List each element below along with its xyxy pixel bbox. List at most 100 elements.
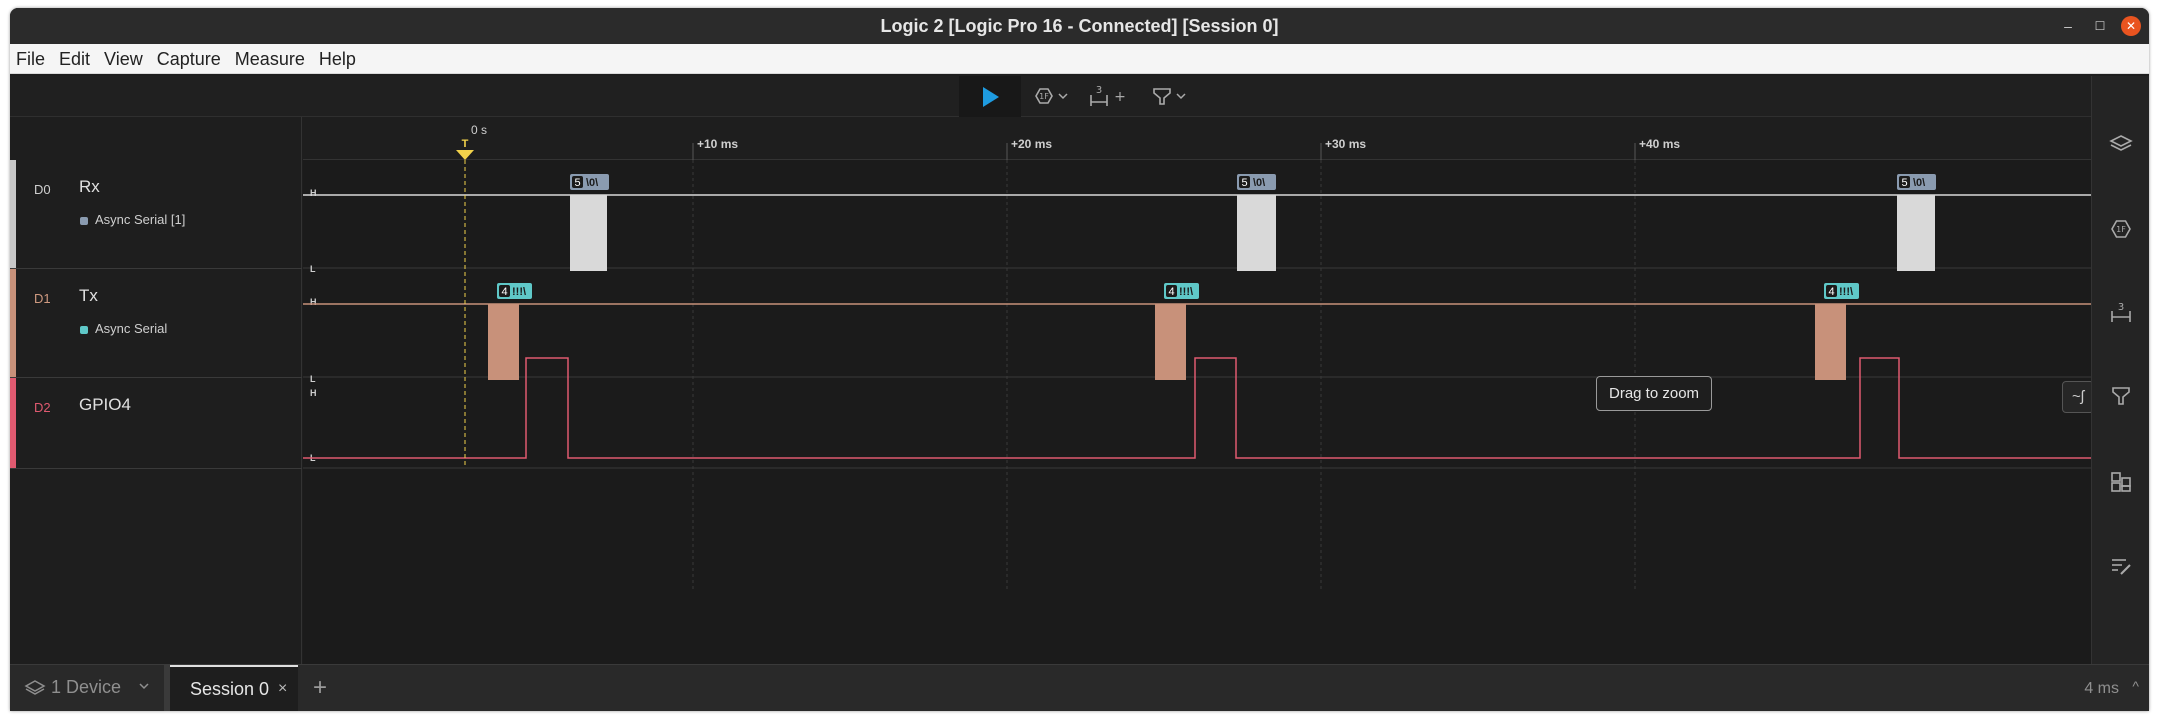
menu-help[interactable]: Help <box>312 44 363 74</box>
channel-number: D2 <box>34 400 51 415</box>
trigger-hexagon-icon: 1F <box>1035 88 1068 104</box>
tx-data-burst <box>1815 304 1846 380</box>
analyzers-icon[interactable]: 1F <box>2109 217 2133 241</box>
svg-text:!!!\: !!!\ <box>1179 286 1193 298</box>
timing-marker-plus: + <box>1114 89 1126 105</box>
analyzer-label[interactable]: Async Serial <box>95 321 167 336</box>
channel-row-d0[interactable]: D0 Rx Async Serial [1] <box>10 160 302 269</box>
measurements-icon[interactable] <box>2109 384 2133 408</box>
trigger-marker-icon <box>456 150 474 160</box>
time-ruler[interactable]: 0 s T +10 ms +20 ms +30 ms +40 ms <box>303 117 2091 160</box>
svg-text:1F: 1F <box>2116 225 2126 234</box>
menu-measure[interactable]: Measure <box>228 44 312 74</box>
level-high-label: H <box>310 188 317 198</box>
minimize-button[interactable]: – <box>2058 16 2078 36</box>
svg-text:5: 5 <box>1901 177 1907 189</box>
close-button[interactable]: ✕ <box>2121 16 2141 36</box>
svg-text:5: 5 <box>1241 177 1247 189</box>
analyzer-color-dot <box>80 217 88 225</box>
extensions-icon[interactable] <box>2109 470 2133 494</box>
trigger-marker-label: T <box>462 138 469 150</box>
analyzer-label[interactable]: Async Serial [1] <box>95 212 185 227</box>
analyzer-toggle-button[interactable]: ~ʃ <box>2062 381 2094 413</box>
tx-frame-label: 4 !!!\ <box>1164 283 1199 299</box>
channel-row-d2[interactable]: D2 GPIO4 <box>10 378 302 469</box>
window-title: Logic 2 [Logic Pro 16 - Connected] [Sess… <box>880 16 1279 36</box>
channel-name[interactable]: GPIO4 <box>79 395 131 415</box>
device-count-label: 1 Device <box>51 677 122 697</box>
add-tab-button[interactable]: + <box>313 674 327 702</box>
menu-file[interactable]: File <box>10 44 52 74</box>
time-tick-label: +10 ms <box>697 137 738 151</box>
tx-frame-label: 4 !!!\ <box>1824 283 1859 299</box>
app-window: Logic 2 [Logic Pro 16 - Connected] [Sess… <box>10 8 2149 711</box>
level-low-label: L <box>310 374 316 384</box>
channel-color-bar <box>10 378 16 468</box>
toolbar: 1F 3 + <box>10 76 2149 117</box>
svg-text:5: 5 <box>574 177 580 189</box>
rx-frame-label: 5 \0\ <box>1897 174 1936 190</box>
rx-data-burst <box>1897 195 1935 271</box>
notes-icon[interactable] <box>2109 554 2133 578</box>
measurement-icon <box>1153 88 1186 105</box>
timing-markers-icon[interactable]: 3 <box>2109 300 2133 324</box>
waveform-svg: H L H L H L 5 \0\ 5 \0\ 5 \0\ 4 !!!\ 4 !… <box>303 160 2091 590</box>
svg-text:!!!\: !!!\ <box>512 286 526 298</box>
channel-name[interactable]: Rx <box>79 177 100 197</box>
channel-row-d1[interactable]: D1 Tx Async Serial <box>10 269 302 378</box>
tx-data-burst <box>488 304 519 380</box>
svg-text:\0\: \0\ <box>1913 177 1925 189</box>
analyzer-color-dot <box>80 326 88 334</box>
play-icon <box>983 87 999 107</box>
time-ruler-svg: 0 s T +10 ms +20 ms +30 ms +40 ms <box>456 123 1680 160</box>
trigger-settings-button[interactable]: 1F <box>1032 84 1072 108</box>
rx-data-burst <box>570 195 607 271</box>
tx-data-burst <box>1155 304 1186 380</box>
svg-text:4: 4 <box>501 286 507 298</box>
start-capture-button[interactable] <box>959 76 1021 117</box>
rx-frame-label: 5 \0\ <box>570 174 609 190</box>
device-settings-icon[interactable] <box>2109 132 2133 156</box>
drag-to-zoom-tooltip: Drag to zoom <box>1596 376 1713 411</box>
channel-number: D1 <box>34 291 51 306</box>
tab-session-0[interactable]: Session 0 × <box>170 665 298 711</box>
channel-number: D0 <box>34 182 51 197</box>
channel-name[interactable]: Tx <box>79 286 98 306</box>
right-sidebar: 1F 3 <box>2091 76 2149 664</box>
chevron-up-icon[interactable]: ^ <box>2132 678 2139 694</box>
svg-text:1F: 1F <box>1039 92 1049 101</box>
channel-color-bar <box>10 269 16 377</box>
svg-text:4: 4 <box>1168 286 1174 298</box>
time-tick-label: +40 ms <box>1639 137 1680 151</box>
timing-marker-count: 3 <box>1096 85 1102 96</box>
chevron-down-icon <box>139 683 149 690</box>
svg-text:!!!\: !!!\ <box>1839 286 1853 298</box>
tx-frame-label: 4 !!!\ <box>497 283 532 299</box>
timing-marker-button[interactable]: 3 + <box>1087 84 1131 108</box>
device-stack-icon <box>24 680 46 695</box>
device-button[interactable]: 1 Device <box>24 677 156 698</box>
measurement-button[interactable] <box>1150 84 1190 108</box>
time-tick-label: +20 ms <box>1011 137 1052 151</box>
status-bar: 1 Device Session 0 × + 4 ms ^ <box>10 664 2149 711</box>
channel-color-bar <box>10 160 16 268</box>
menu-bar: File Edit View Capture Measure Help <box>10 44 2149 74</box>
level-high-label: H <box>310 297 317 307</box>
rx-data-burst <box>1237 195 1276 271</box>
maximize-button[interactable]: ☐ <box>2090 16 2110 36</box>
waveform-area[interactable]: H L H L H L 5 \0\ 5 \0\ 5 \0\ 4 !!!\ 4 !… <box>303 160 2091 664</box>
svg-text:\0\: \0\ <box>586 177 598 189</box>
menu-view[interactable]: View <box>97 44 150 74</box>
rx-frame-label: 5 \0\ <box>1237 174 1276 190</box>
zoom-level-label: 4 ms <box>2084 680 2119 697</box>
menu-capture[interactable]: Capture <box>150 44 228 74</box>
timing-marker-icon: 3 + <box>1090 85 1126 106</box>
channel-panel: D0 Rx Async Serial [1] D1 Tx Async Seria… <box>10 117 302 664</box>
title-bar: Logic 2 [Logic Pro 16 - Connected] [Sess… <box>10 8 2149 44</box>
close-tab-icon[interactable]: × <box>278 680 287 698</box>
level-low-label: L <box>310 264 316 274</box>
time-tick-label: +30 ms <box>1325 137 1366 151</box>
menu-edit[interactable]: Edit <box>52 44 97 74</box>
svg-text:4: 4 <box>1828 286 1834 298</box>
level-high-label: H <box>310 388 317 398</box>
